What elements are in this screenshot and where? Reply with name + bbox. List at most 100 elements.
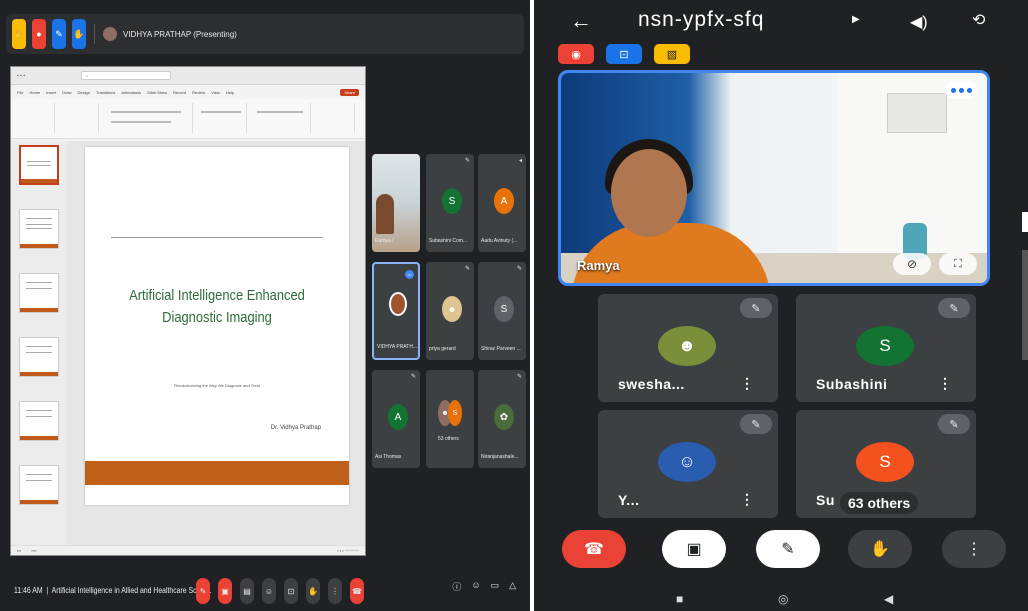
present-icon[interactable]: ⊡ bbox=[606, 44, 642, 64]
menu-home[interactable]: Home bbox=[29, 90, 40, 95]
captions-icon[interactable]: ✎ bbox=[52, 19, 66, 49]
slide-thumbnail[interactable] bbox=[19, 465, 59, 505]
ribbon-group-paragraph[interactable] bbox=[197, 103, 247, 133]
ribbon-group-slides[interactable] bbox=[59, 103, 99, 133]
menu-animations[interactable]: Animations bbox=[121, 90, 141, 95]
mic-off-icon: ✎ bbox=[410, 374, 416, 380]
menu-slideshow[interactable]: Slide Show bbox=[147, 90, 167, 95]
activities-icon[interactable]: △ bbox=[509, 580, 516, 593]
back-icon[interactable]: ◀ bbox=[884, 592, 893, 606]
people-icon[interactable]: ☺ bbox=[471, 580, 480, 593]
menu-transitions[interactable]: Transitions bbox=[96, 90, 115, 95]
hand-icon[interactable]: ✋ bbox=[12, 19, 26, 49]
status-accessibility[interactable]: ▪▪▪▪ bbox=[31, 548, 37, 553]
participant-tile[interactable]: ✎ S Subashini ⋮ bbox=[796, 294, 976, 402]
more-options-icon[interactable]: ⋮ bbox=[938, 375, 952, 392]
info-icon[interactable]: ⓘ bbox=[452, 580, 461, 593]
ribbon-group-editing[interactable] bbox=[315, 103, 355, 133]
more-options-icon[interactable]: ⋮ bbox=[740, 491, 754, 508]
avatar: S bbox=[856, 326, 914, 366]
camera-off-button[interactable]: ▣ bbox=[662, 530, 726, 568]
participant-tile[interactable]: ✎ ✿ Niranjanashale... bbox=[478, 370, 526, 468]
participant-tile-others[interactable]: ✎ S Su 63 others bbox=[796, 410, 976, 518]
hand-off-icon[interactable]: ✋ bbox=[72, 19, 86, 49]
menu-review[interactable]: Review bbox=[192, 90, 205, 95]
more-options-icon[interactable]: ⋮ bbox=[740, 375, 754, 392]
record-icon[interactable]: ◉ bbox=[558, 44, 594, 64]
menu-help[interactable]: Help bbox=[226, 90, 234, 95]
side-tab bbox=[1022, 212, 1028, 232]
ribbon-group-clipboard[interactable] bbox=[15, 103, 55, 133]
menu-draw[interactable]: Draw bbox=[62, 90, 71, 95]
slide-subtitle: Revolutionizing the Way We Diagnose and … bbox=[174, 383, 260, 388]
mic-off-button[interactable]: ✎ bbox=[196, 578, 210, 604]
present-button[interactable]: ⊡ bbox=[284, 578, 298, 604]
side-tab bbox=[1022, 250, 1028, 360]
more-options-button[interactable]: ⋮ bbox=[942, 530, 1006, 568]
menu-file[interactable]: File bbox=[17, 90, 23, 95]
avatar bbox=[103, 27, 117, 41]
slide-thumbnail[interactable] bbox=[19, 145, 59, 185]
current-slide[interactable]: Artificial Intelligence Enhanced Diagnos… bbox=[85, 147, 349, 505]
mic-off-icon: ✎ bbox=[516, 266, 522, 272]
no-video-icon[interactable]: ▧ bbox=[654, 44, 690, 64]
participant-tile[interactable]: ✎ ☺ Y... ⋮ bbox=[598, 410, 778, 518]
fullscreen-icon[interactable]: ⛶ bbox=[939, 253, 977, 275]
meeting-code[interactable]: nsn-ypfx-sfq bbox=[638, 8, 764, 32]
end-call-button[interactable]: ☎ bbox=[562, 530, 626, 568]
participant-tile-others[interactable]: ☻ S 53 others bbox=[426, 370, 474, 468]
mobile-header: ← nsn-ypfx-sfq ▶ ◀) ⟲ bbox=[534, 0, 1028, 44]
status-zoom[interactable]: ▪ ▪ ▪ ───── bbox=[337, 548, 359, 553]
speaker-icon: ◂ bbox=[518, 158, 522, 164]
avatar: ✿ bbox=[494, 404, 514, 430]
raise-hand-button[interactable]: ✋ bbox=[306, 578, 320, 604]
menu-view[interactable]: View bbox=[211, 90, 220, 95]
menu-design[interactable]: Design bbox=[77, 90, 89, 95]
others-count-badge[interactable]: 63 others bbox=[840, 492, 919, 514]
call-controls: ✎ ▣ ▤ ☺ ⊡ ✋ ⋮ ☎ bbox=[196, 578, 364, 604]
participant-tile[interactable]: Ramya ( bbox=[372, 154, 420, 252]
slide-footer-band bbox=[85, 461, 349, 485]
speaker-icon[interactable]: ◀) bbox=[910, 12, 928, 32]
chevron-right-icon[interactable]: ▶ bbox=[852, 14, 860, 25]
participant-tile-presenter[interactable]: ••• VIDHYA PRATH... bbox=[372, 262, 420, 360]
more-options-button[interactable]: ⋮ bbox=[328, 578, 342, 604]
ppt-search-input[interactable]: ⌕ bbox=[81, 71, 172, 80]
chat-icon[interactable]: ▭ bbox=[491, 580, 500, 593]
participant-tile[interactable]: ✎ ☻ swesha... ⋮ bbox=[598, 294, 778, 402]
back-arrow-icon[interactable]: ← bbox=[570, 8, 592, 34]
camera-flip-icon[interactable]: ⟲ bbox=[972, 10, 985, 30]
share-button[interactable]: Share bbox=[340, 88, 359, 96]
menu-record[interactable]: Record bbox=[173, 90, 186, 95]
emoji-button[interactable]: ☺ bbox=[262, 578, 276, 604]
desktop-meet-view: ✋ ● ✎ ✋ VIDHYA PRATHAP (Presenting) ▪ ▪ … bbox=[0, 0, 530, 611]
mobile-meet-view: ← nsn-ypfx-sfq ▶ ◀) ⟲ ◉ ⊡ ▧ Ramya ⊘ ⛶ ✎ bbox=[534, 0, 1028, 611]
ribbon-group-drawing[interactable] bbox=[251, 103, 311, 133]
camera-off-button[interactable]: ▣ bbox=[218, 578, 232, 604]
unpin-icon[interactable]: ⊘ bbox=[893, 253, 931, 275]
mic-off-icon: ✎ bbox=[740, 298, 772, 318]
avatar: S bbox=[494, 296, 514, 322]
leave-call-button[interactable]: ☎ bbox=[350, 578, 364, 604]
mic-off-button[interactable]: ✎ bbox=[756, 530, 820, 568]
home-icon[interactable]: ◎ bbox=[778, 592, 788, 606]
participant-tile[interactable]: ✎ A Asi Thomas bbox=[372, 370, 420, 468]
recents-icon[interactable]: ■ bbox=[676, 592, 683, 606]
participant-tile[interactable]: ✎ ☻ priya gerard bbox=[426, 262, 474, 360]
slide-thumbnail[interactable] bbox=[19, 337, 59, 377]
slide-thumbnail[interactable] bbox=[19, 401, 59, 441]
record-icon[interactable]: ● bbox=[32, 19, 46, 49]
avatar: A bbox=[494, 188, 514, 214]
main-speaker-video[interactable]: Ramya ⊘ ⛶ bbox=[558, 70, 990, 286]
slide-divider bbox=[111, 237, 323, 238]
participant-tile[interactable]: ✎ S Shiraz Parveen ... bbox=[478, 262, 526, 360]
raise-hand-button[interactable]: ✋ bbox=[848, 530, 912, 568]
speaking-indicator-icon: ••• bbox=[405, 270, 414, 279]
participant-tile[interactable]: ✎ S Subashini Com... bbox=[426, 154, 474, 252]
captions-button[interactable]: ▤ bbox=[240, 578, 254, 604]
participant-tile[interactable]: ◂ A Aadu Avinuty (... bbox=[478, 154, 526, 252]
slide-thumbnail[interactable] bbox=[19, 209, 59, 249]
menu-insert[interactable]: Insert bbox=[46, 90, 56, 95]
ribbon-group-font[interactable] bbox=[103, 103, 193, 133]
slide-thumbnail[interactable] bbox=[19, 273, 59, 313]
